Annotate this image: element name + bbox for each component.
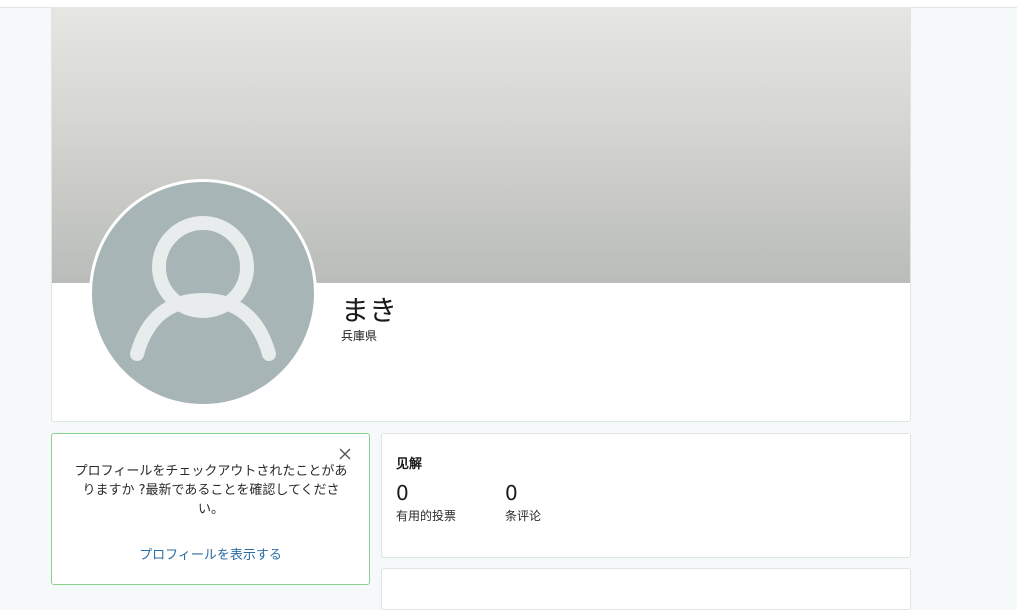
user-name: まき	[341, 294, 398, 327]
helpful-votes-stat: 0 有用的投票	[396, 481, 456, 524]
prompt-message: プロフィールをチェックアウトされたことがありますか ?最新であることを確認してく…	[74, 464, 348, 517]
helpful-votes-label: 有用的投票	[396, 509, 457, 523]
view-profile-link[interactable]: プロフィールを表示する	[52, 544, 369, 563]
profile-header-card: まき 兵庫県	[51, 7, 911, 422]
profile-check-prompt: プロフィールをチェックアウトされたことがありますか ?最新であることを確認してく…	[51, 433, 370, 585]
close-icon	[339, 448, 351, 460]
user-avatar[interactable]	[89, 179, 317, 407]
insights-title: 见解	[396, 457, 423, 472]
insights-card: 见解 0 有用的投票 0 条评论	[381, 433, 911, 558]
reviews-label: 条评论	[505, 509, 542, 523]
user-location: 兵庫県	[341, 329, 378, 343]
reviews-stat: 0 条评论	[505, 481, 541, 524]
helpful-votes-count: 0	[396, 481, 409, 505]
close-button[interactable]	[337, 446, 353, 462]
next-section-card	[381, 568, 911, 610]
reviews-count: 0	[505, 481, 518, 505]
default-user-icon	[130, 216, 276, 361]
